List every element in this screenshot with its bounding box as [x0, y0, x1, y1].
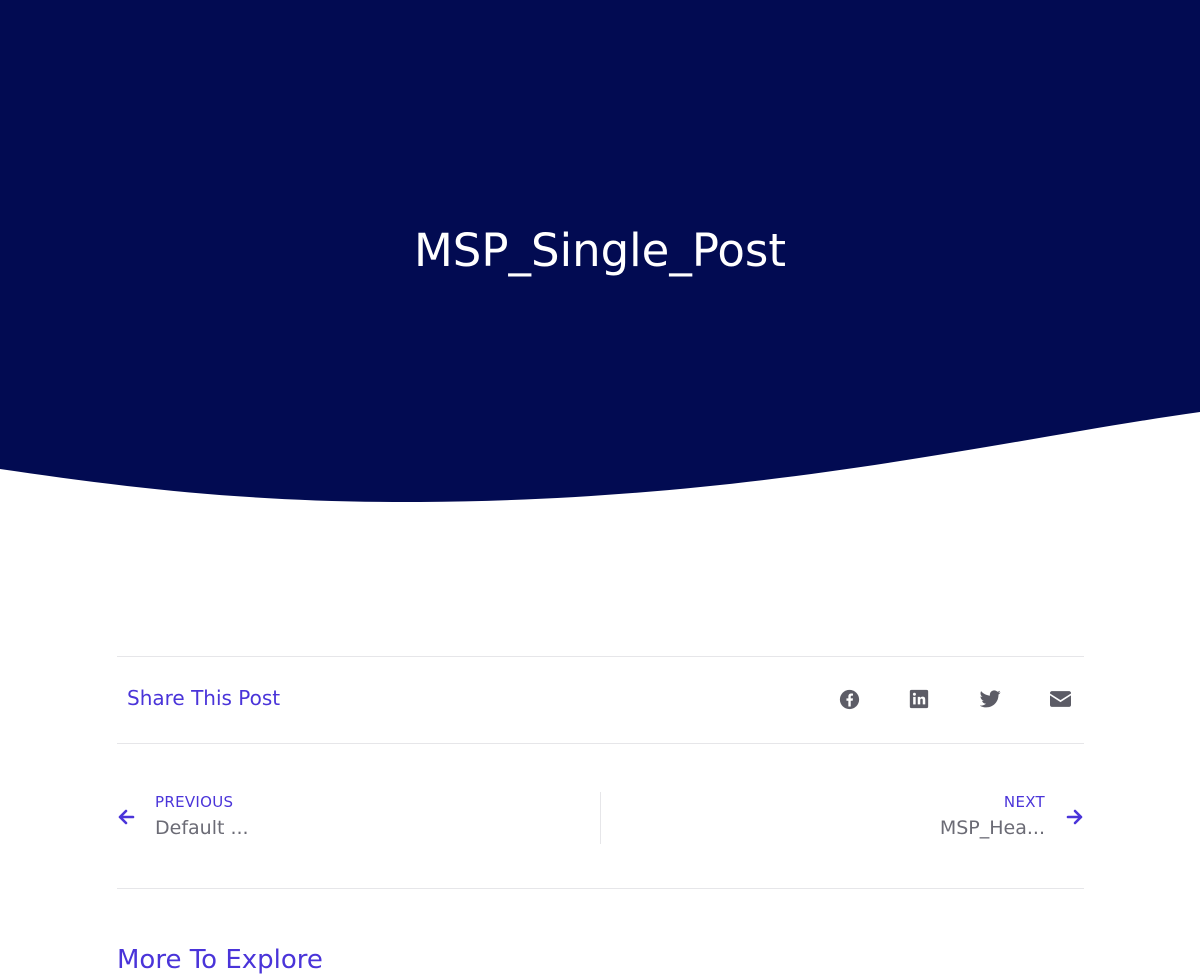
divider-middle: [117, 743, 1084, 744]
arrow-left-icon: [117, 808, 135, 826]
linkedin-icon[interactable]: [908, 688, 930, 710]
page-title: MSP_Single_Post: [413, 224, 787, 277]
nav-separator: [600, 792, 601, 844]
more-to-explore-heading: More To Explore: [117, 945, 323, 975]
envelope-icon[interactable]: [1049, 688, 1071, 710]
hero-banner: MSP_Single_Post: [0, 0, 1200, 510]
arrow-right-icon: [1066, 808, 1084, 826]
next-label: NEXT: [1003, 793, 1045, 811]
divider-bottom: [117, 888, 1084, 889]
twitter-icon[interactable]: [979, 688, 1001, 710]
previous-label: PREVIOUS: [155, 793, 234, 811]
previous-post-title: Default ...: [155, 817, 249, 839]
divider-top: [117, 656, 1084, 657]
facebook-icon[interactable]: [838, 688, 860, 710]
next-post-title: MSP_Hea...: [939, 817, 1045, 839]
share-label: Share This Post: [127, 686, 281, 710]
